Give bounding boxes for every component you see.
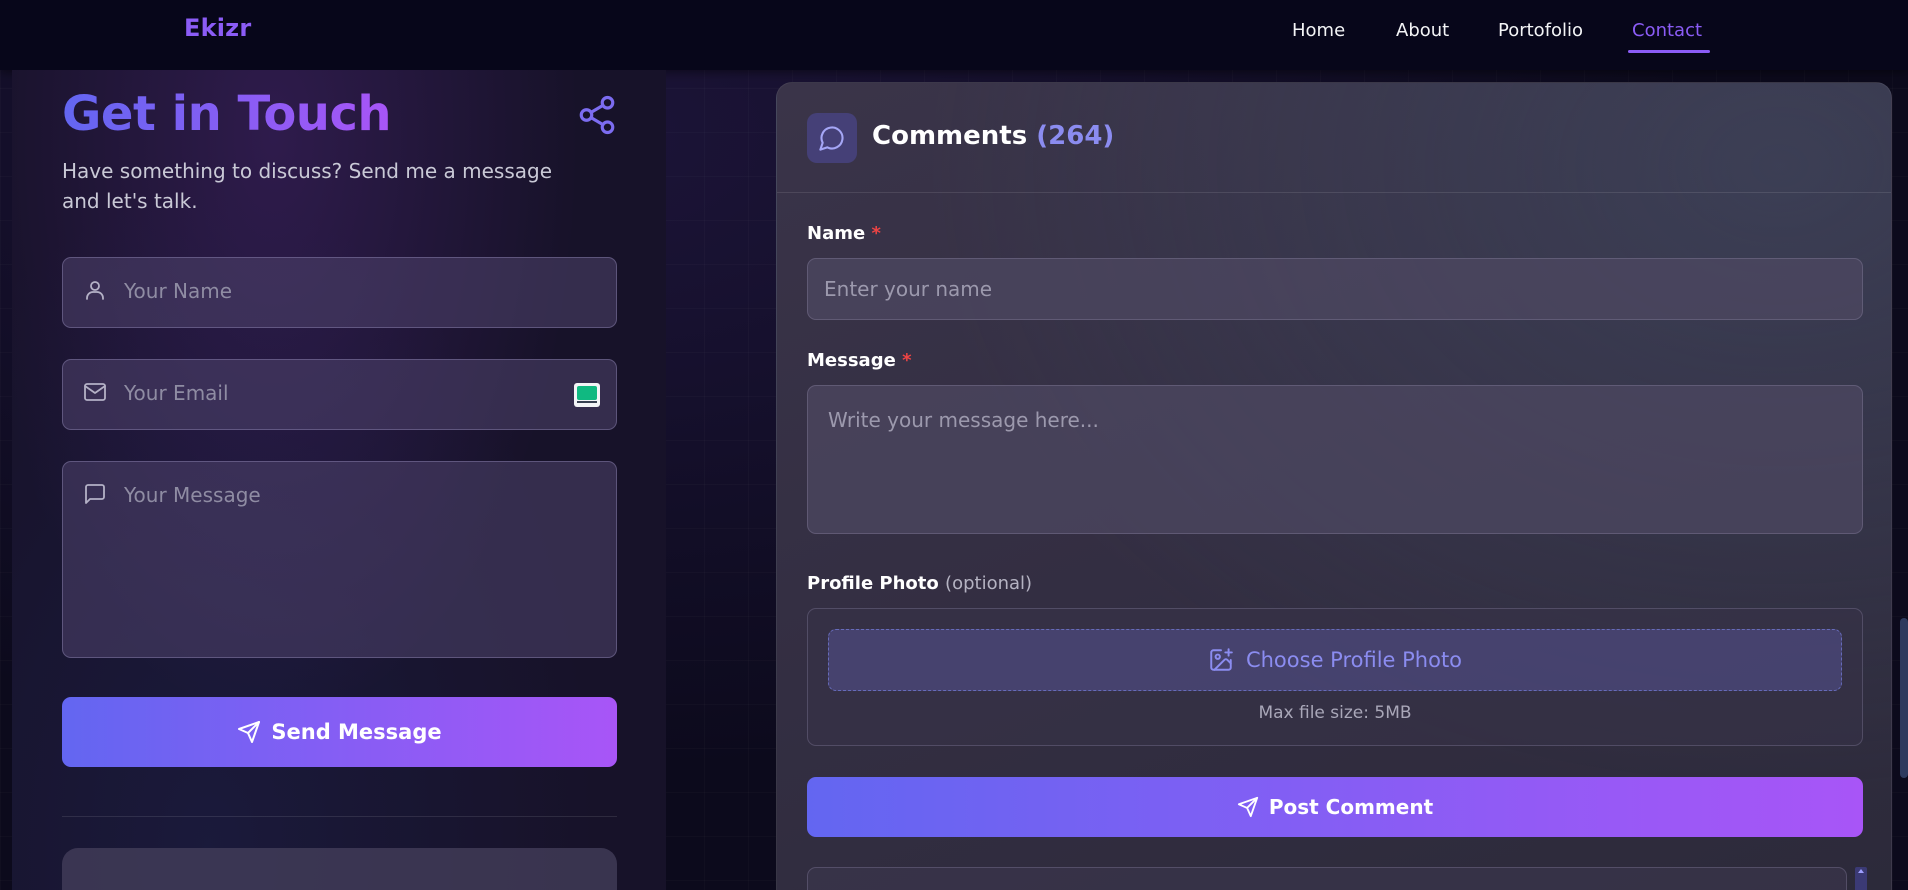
comments-title-text: Comments xyxy=(872,121,1028,151)
brand-logo[interactable]: Ekizr xyxy=(184,14,251,42)
profile-photo-upload: Choose Profile Photo Max file size: 5MB xyxy=(807,608,1863,746)
comments-panel: Comments (264) Name * Enter your name Me… xyxy=(776,82,1892,890)
comment-message-placeholder: Write your message here... xyxy=(828,408,1099,432)
comment-message-input[interactable]: Write your message here... xyxy=(807,385,1863,534)
share-icon[interactable] xyxy=(576,94,618,136)
choose-photo-label: Choose Profile Photo xyxy=(1245,648,1463,672)
navbar: Ekizr Home About Portofolio Contact xyxy=(0,0,1908,70)
profile-photo-label-text: Profile Photo xyxy=(807,573,939,594)
email-autofill-icon[interactable] xyxy=(574,383,600,407)
comment-list-item xyxy=(807,867,1847,890)
mail-icon xyxy=(84,383,106,401)
required-mark: * xyxy=(871,223,881,244)
nav-link-home[interactable]: Home xyxy=(1292,20,1345,41)
message-square-icon xyxy=(85,484,105,504)
chat-badge xyxy=(807,113,857,163)
send-message-label: Send Message xyxy=(271,720,442,744)
nav-link-portofolio[interactable]: Portofolio xyxy=(1498,20,1583,41)
name-placeholder: Your Name xyxy=(124,279,233,303)
active-nav-indicator xyxy=(1628,50,1710,53)
chat-bubble-icon xyxy=(819,126,844,151)
email-field[interactable]: Your Email xyxy=(62,359,617,430)
comments-header: Comments (264) xyxy=(777,83,1891,193)
email-placeholder: Your Email xyxy=(124,381,229,405)
user-icon xyxy=(86,281,104,300)
message-field[interactable]: Your Message xyxy=(62,461,617,658)
comments-title: Comments (264) xyxy=(872,121,1114,151)
required-mark: * xyxy=(902,350,912,371)
name-label: Name * xyxy=(807,223,881,244)
divider xyxy=(62,816,617,817)
comment-name-input[interactable]: Enter your name xyxy=(807,258,1863,320)
social-card xyxy=(62,848,617,890)
name-field[interactable]: Your Name xyxy=(62,257,617,328)
optional-tag: (optional) xyxy=(945,573,1033,594)
nav-link-contact[interactable]: Contact xyxy=(1632,20,1702,41)
post-comment-button[interactable]: Post Comment xyxy=(807,777,1863,837)
name-label-text: Name xyxy=(807,223,866,244)
message-placeholder: Your Message xyxy=(124,483,261,507)
profile-photo-label: Profile Photo (optional) xyxy=(807,573,1032,594)
max-file-size-note: Max file size: 5MB xyxy=(1258,703,1412,723)
contact-panel: Get in Touch Have something to discuss? … xyxy=(12,70,666,890)
choose-profile-photo-button[interactable]: Choose Profile Photo xyxy=(828,629,1842,691)
contact-subtitle: Have something to discuss? Send me a mes… xyxy=(62,159,552,213)
send-message-button[interactable]: Send Message xyxy=(62,697,617,767)
comments-scrollbar[interactable] xyxy=(1855,867,1867,890)
image-plus-icon xyxy=(1210,648,1233,671)
page-scrollbar[interactable] xyxy=(1900,618,1908,778)
comments-count: (264) xyxy=(1036,121,1115,151)
comment-name-placeholder: Enter your name xyxy=(824,277,993,301)
send-icon xyxy=(238,721,261,743)
send-icon xyxy=(1237,796,1258,818)
message-label: Message * xyxy=(807,350,912,371)
post-comment-label: Post Comment xyxy=(1268,795,1434,819)
nav-link-about[interactable]: About xyxy=(1396,20,1449,41)
contact-title: Get in Touch xyxy=(62,86,392,142)
message-label-text: Message xyxy=(807,350,896,371)
